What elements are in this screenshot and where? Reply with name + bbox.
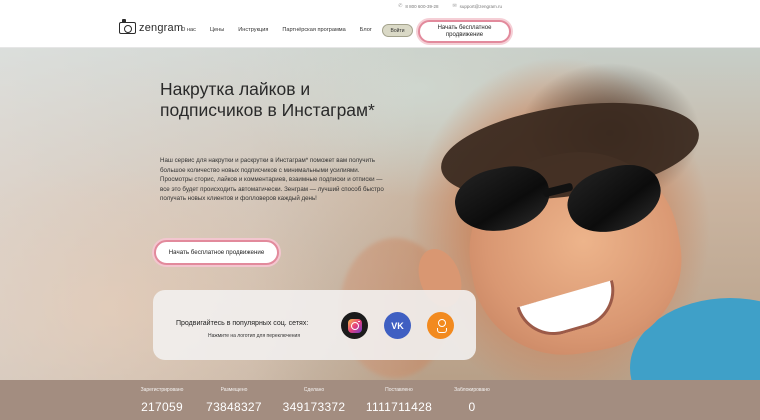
stat-value: 349173372	[282, 400, 346, 414]
stat-placed: Размещено 73848327	[194, 387, 274, 414]
nav-instructions[interactable]: Инструкция	[238, 27, 268, 33]
phone-icon: ✆	[398, 3, 403, 9]
instagram-icon	[347, 318, 362, 333]
vk-icon: VK	[391, 320, 404, 331]
contacts: ✆ 8 800 600-39-28 ✉ support@zengram.ru	[398, 3, 502, 9]
stat-done: Сделано 349173372	[274, 387, 354, 414]
stat-value: 217059	[141, 400, 183, 414]
login-button[interactable]: Войти	[382, 24, 413, 37]
stat-label: Заблокировано	[454, 387, 490, 393]
logo[interactable]: zengram	[119, 19, 184, 34]
stat-registered: Зарегистрировано 217059	[122, 387, 202, 414]
mail-icon: ✉	[452, 3, 457, 9]
nav-prices[interactable]: Цены	[210, 27, 224, 33]
hero-description: Наш сервис для накрутки и раскрутки в Ин…	[160, 157, 384, 203]
stat-value: 1111711428	[365, 400, 433, 414]
header-cta-button[interactable]: Начать бесплатное продвижение	[418, 20, 511, 43]
stat-label: Размещено	[220, 387, 248, 393]
hero-title: Накрутка лайков и подписчиков в Инстагра…	[160, 79, 375, 120]
vk-button[interactable]: VK	[384, 312, 411, 339]
email-text: support@zengram.ru	[459, 3, 502, 9]
stat-label: Сделано	[303, 387, 325, 393]
odnoklassniki-button[interactable]	[427, 312, 454, 339]
stat-label: Поставлено	[385, 387, 413, 393]
nav-blog[interactable]: Блог	[360, 27, 372, 33]
camera-icon	[119, 19, 136, 34]
stat-given: Поставлено 1111711428	[359, 387, 439, 414]
nav-about[interactable]: О нас	[181, 27, 196, 33]
hero-section: Накрутка лайков и подписчиков в Инстагра…	[0, 48, 760, 380]
stat-value: 0	[468, 400, 476, 414]
sunglasses-shape	[449, 154, 675, 244]
top-bar: ✆ 8 800 600-39-28 ✉ support@zengram.ru z…	[0, 0, 760, 48]
phone-contact[interactable]: ✆ 8 800 600-39-28	[398, 3, 438, 9]
instagram-button[interactable]	[341, 312, 368, 339]
right-lens	[559, 154, 670, 244]
social-panel-subtitle: Нажмите на логотип для переключения	[208, 333, 301, 339]
stat-label: Зарегистрировано	[140, 387, 184, 393]
social-networks-panel: Продвигайтесь в популярных соц. сетях: Н…	[153, 290, 476, 360]
email-contact[interactable]: ✉ support@zengram.ru	[452, 3, 502, 9]
logo-text: zengram	[139, 22, 184, 34]
phone-text: 8 800 600-39-28	[405, 3, 439, 9]
stat-value: 73848327	[206, 400, 262, 414]
social-panel-title: Продвигайтесь в популярных соц. сетях:	[176, 320, 309, 327]
odnoklassniki-icon	[436, 318, 447, 333]
stats-bar: Зарегистрировано 217059 Размещено 738483…	[0, 380, 760, 420]
main-nav: О нас Цены Инструкция Партнёрская програ…	[181, 27, 372, 33]
nav-partner-program[interactable]: Партнёрская программа	[282, 27, 345, 33]
left-lens	[449, 158, 556, 240]
stat-blocked: Заблокировано 0	[432, 387, 512, 414]
hero-cta-button[interactable]: Начать бесплатное продвижение	[154, 240, 279, 265]
